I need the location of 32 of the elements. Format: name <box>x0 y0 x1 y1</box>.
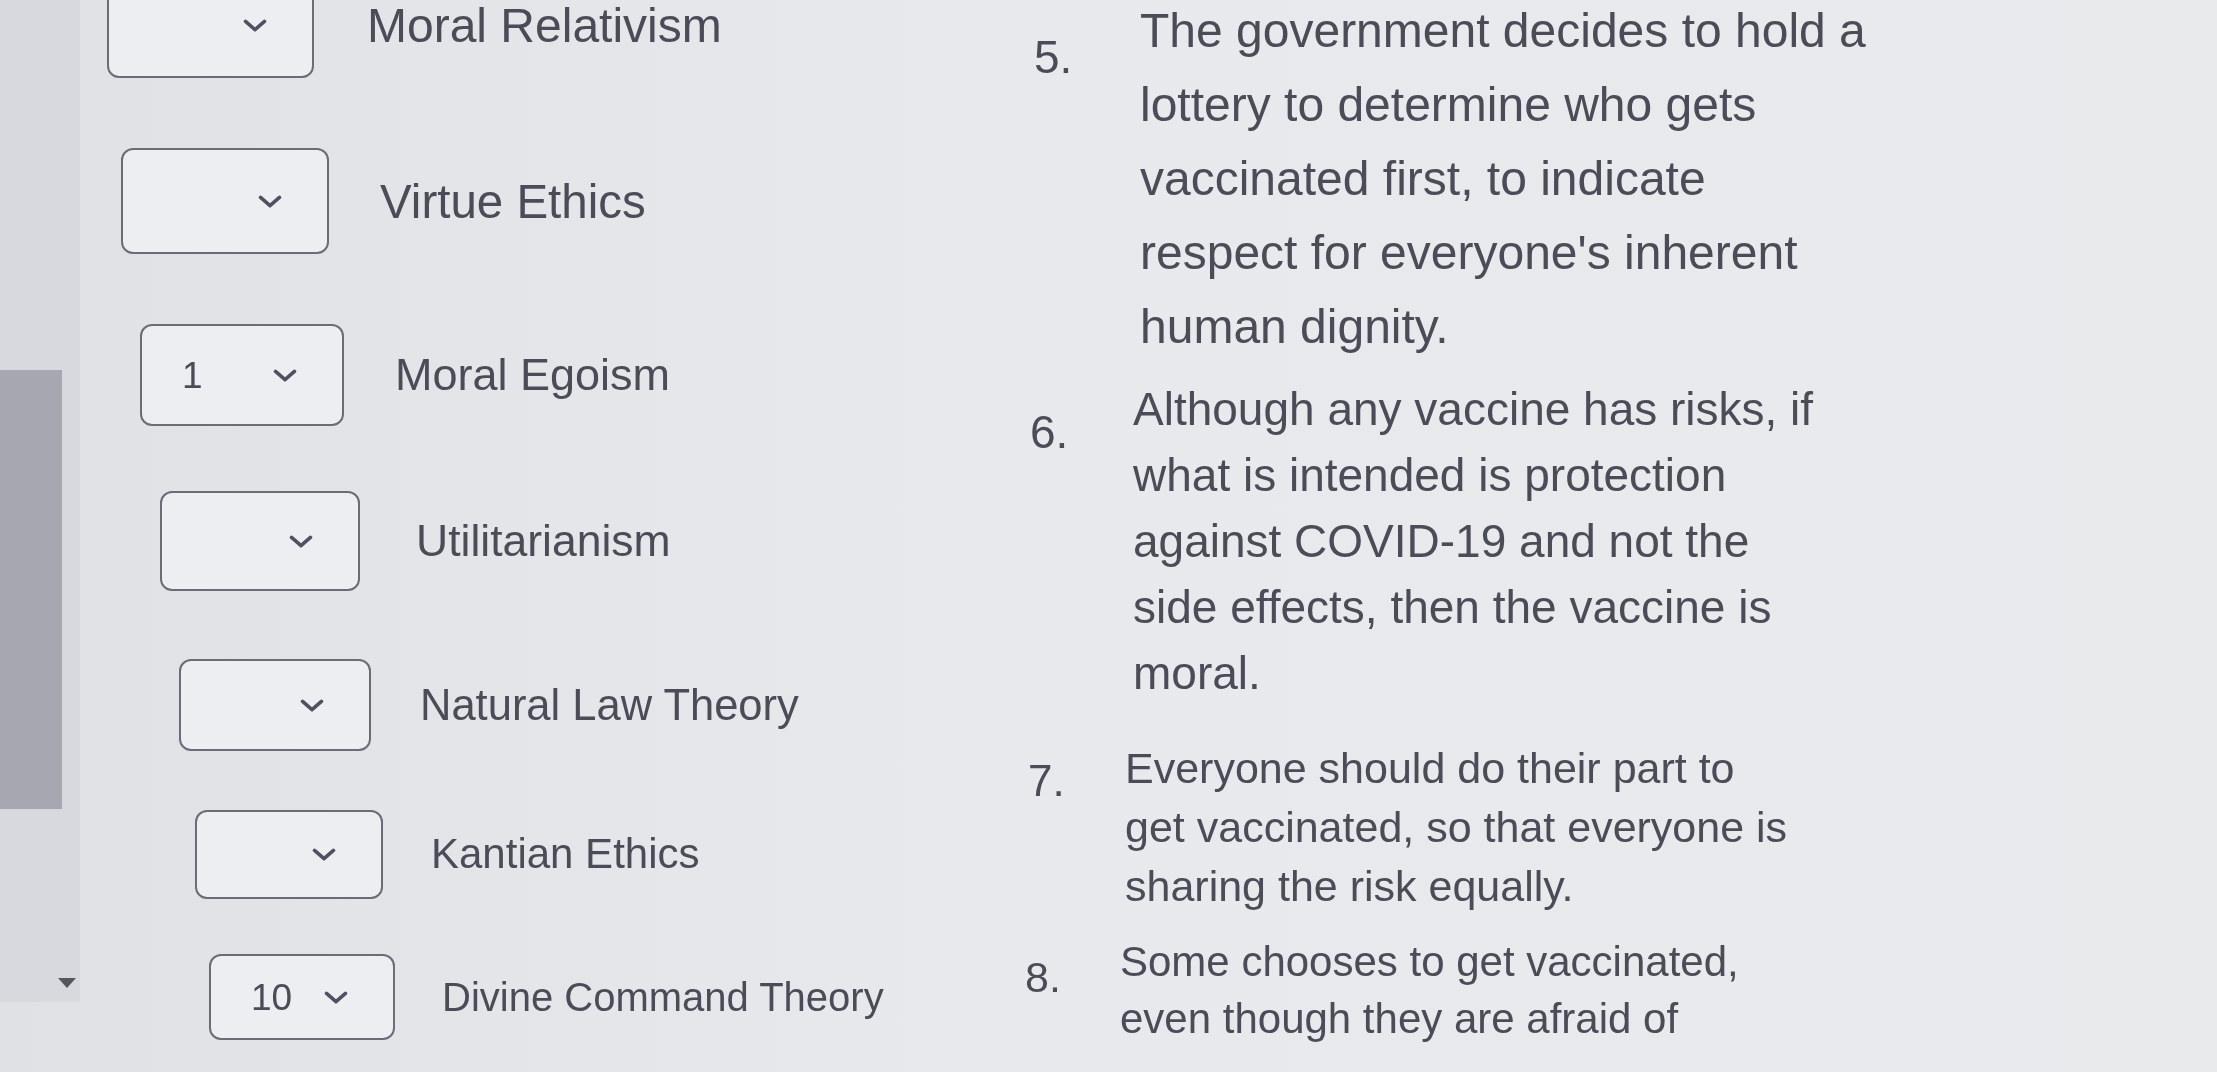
answer-dropdown[interactable] <box>160 491 360 591</box>
chevron-down-icon <box>258 194 282 208</box>
chevron-down-icon <box>273 368 297 382</box>
statement-text: Some chooses to get vaccinated, even though they are afraid of <box>1120 937 1740 1044</box>
item-number: 8. <box>1025 953 1061 1001</box>
answer-dropdown[interactable]: 1 <box>140 324 344 426</box>
choice-label: Natural Law Theory <box>420 679 799 731</box>
chevron-down-icon <box>312 848 336 861</box>
scrollbar-thumb[interactable] <box>0 370 62 809</box>
statement-text: Although any vaccine has risks, if what is intended is protection against COVID-19 and not the side effects, then the vaccine is moral. <box>1133 382 1815 701</box>
choice-label: Divine Command Theory <box>442 974 884 1021</box>
scroll-down-icon[interactable] <box>58 978 76 988</box>
choice-label: Kantian Ethics <box>431 829 700 880</box>
statement-text: The government decides to hold a lottery to determine who gets vaccinated first, to indicate respect for everyone's inherent human dignity. <box>1140 3 1867 355</box>
answer-dropdown[interactable] <box>195 810 383 899</box>
chevron-down-icon <box>289 534 313 548</box>
chevron-down-icon <box>243 19 267 32</box>
answer-dropdown[interactable] <box>179 659 371 751</box>
choice-label: Moral Relativism <box>367 0 722 54</box>
item-number: 6. <box>1030 406 1069 458</box>
statement-text: Everyone should do their part to get vaccinated, so that everyone is sharing the risk equally. <box>1125 743 1789 912</box>
item-number: 5. <box>1034 31 1073 83</box>
answer-dropdown[interactable] <box>121 148 329 254</box>
answer-dropdown[interactable]: 10 <box>209 954 395 1040</box>
choice-label: Moral Egoism <box>395 348 671 402</box>
choice-label: Utilitarianism <box>416 515 671 568</box>
answer-dropdown[interactable] <box>107 0 314 78</box>
scrollbar-track[interactable] <box>0 0 80 1002</box>
item-number: 7. <box>1028 756 1065 805</box>
chevron-down-icon <box>300 698 324 712</box>
choice-label: Virtue Ethics <box>380 173 646 230</box>
chevron-down-icon <box>324 990 348 1004</box>
